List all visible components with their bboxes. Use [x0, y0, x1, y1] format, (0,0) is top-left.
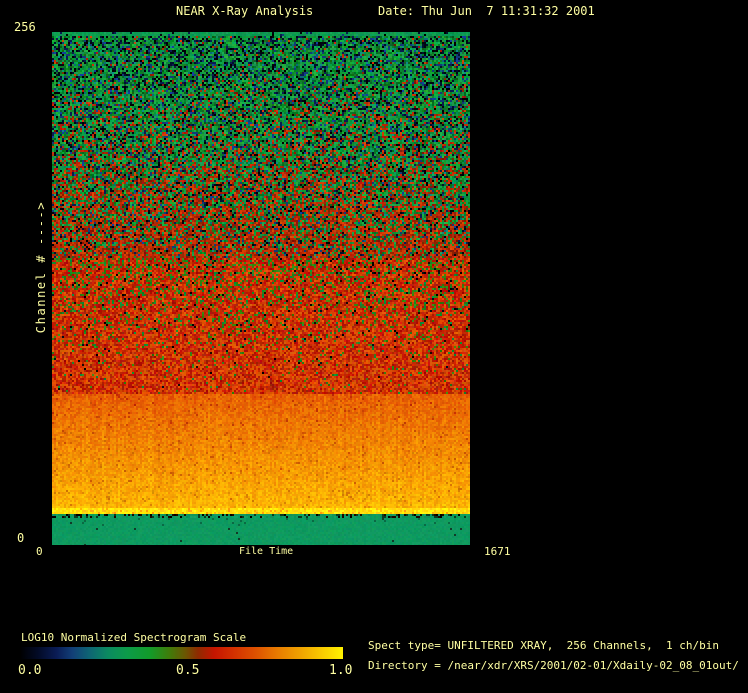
spect-type-line: Spect type= UNFILTERED XRAY, 256 Channel…: [368, 639, 719, 652]
y-axis-label: Channel # ---->: [34, 200, 48, 334]
colorbar-title: LOG10 Normalized Spectrogram Scale: [21, 631, 247, 644]
colorbar-tick-1: 1.0: [329, 663, 353, 678]
x-axis-tick-max: 1671: [484, 545, 511, 558]
colorbar-tick-05: 0.5: [176, 663, 200, 678]
date-label: Date: Thu Jun 7 11:31:32 2001: [378, 4, 595, 18]
page-title: NEAR X-Ray Analysis: [176, 4, 314, 18]
directory-line: Directory = /near/xdr/XRS/2001/02-01/Xda…: [368, 659, 739, 672]
colorbar-tick-0: 0.0: [18, 663, 42, 678]
y-axis-tick-min: 0: [17, 531, 25, 545]
x-axis-tick-min: 0: [36, 545, 43, 558]
y-axis-tick-max: 256: [14, 20, 36, 34]
spectrogram-plot: [52, 32, 470, 545]
x-axis-label: File Time: [239, 546, 294, 557]
colorbar-gradient: [21, 647, 343, 659]
near-xray-analysis-window: NEAR X-Ray Analysis Date: Thu Jun 7 11:3…: [0, 0, 748, 693]
